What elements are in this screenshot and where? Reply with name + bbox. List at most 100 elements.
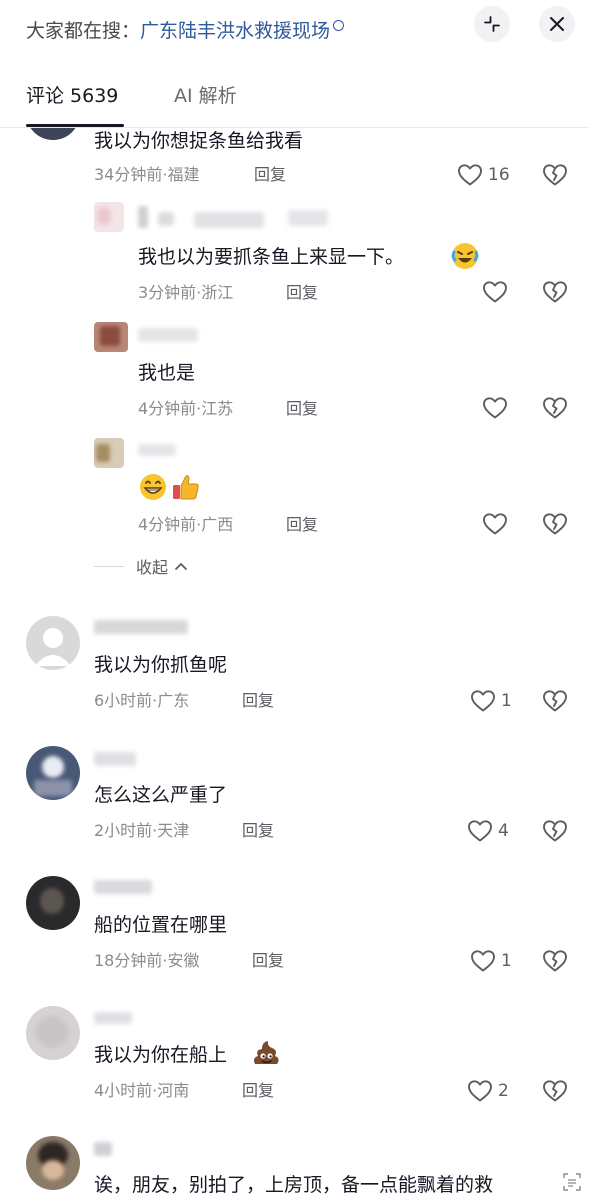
- avatar[interactable]: [94, 438, 124, 468]
- avatar-blur: [42, 756, 64, 778]
- username-blurred[interactable]: [94, 1012, 134, 1026]
- username-blurred[interactable]: [94, 1142, 114, 1156]
- username-blur: [94, 1012, 132, 1024]
- comment-meta: 3分钟前·浙江: [138, 283, 234, 302]
- comment-text: 我以为你在船上: [94, 1044, 228, 1066]
- like-count: 1: [501, 951, 512, 971]
- like-button[interactable]: 16: [456, 161, 510, 189]
- username-blurred[interactable]: [138, 442, 178, 456]
- avatar[interactable]: [26, 876, 80, 930]
- comment-meta: 34分钟前·福建: [94, 165, 200, 184]
- search-icon: [333, 20, 345, 31]
- chevron-up-icon: [175, 563, 187, 570]
- avatar-blur: [36, 1016, 68, 1048]
- dislike-button[interactable]: [541, 278, 569, 306]
- avatar-blur: [100, 326, 120, 346]
- like-count: 4: [498, 821, 509, 841]
- minimize-icon: [484, 16, 500, 32]
- grinning-face-emoji: [140, 474, 166, 500]
- reply-button[interactable]: 回复: [252, 950, 284, 972]
- comment-meta: 2小时前·天津: [94, 821, 190, 840]
- comment-text: 我也以为要抓条鱼上来显一下。: [138, 246, 405, 268]
- comment-text: 我以为你抓鱼呢: [94, 654, 228, 676]
- username-blur: [94, 752, 136, 766]
- close-icon: [550, 17, 564, 31]
- trending-search-prefix: 大家都在搜：: [26, 20, 141, 42]
- comment-list[interactable]: 我以为你想捉条鱼给我看 34分钟前·福建 回复 16 我也以为要抓条鱼上来显一下…: [0, 128, 589, 1200]
- like-count: 1: [501, 691, 512, 711]
- comment-tabs: 评论 5639 AI 解析: [0, 82, 589, 128]
- dislike-button[interactable]: [541, 687, 569, 715]
- username-blurred[interactable]: [138, 326, 200, 342]
- comment-text: 怎么这么严重了: [94, 784, 228, 806]
- username-blurred[interactable]: [94, 880, 154, 894]
- tab-ai-analysis[interactable]: AI 解析: [174, 82, 237, 110]
- avatar[interactable]: [94, 202, 124, 232]
- username-blur: [138, 444, 176, 456]
- reply-button[interactable]: 回复: [242, 690, 274, 712]
- comment-meta: 18分钟前·安徽: [94, 951, 200, 970]
- like-count: 2: [498, 1081, 509, 1101]
- like-button[interactable]: [481, 394, 509, 422]
- heart-icon: [466, 1077, 494, 1105]
- tab-comments[interactable]: 评论 5639: [26, 82, 118, 110]
- dislike-button[interactable]: [541, 161, 569, 189]
- text-recognition-icon[interactable]: [562, 1172, 582, 1192]
- minimize-button[interactable]: [474, 6, 510, 42]
- dislike-button[interactable]: [541, 947, 569, 975]
- reply-button[interactable]: 回复: [242, 820, 274, 842]
- dislike-button[interactable]: [541, 510, 569, 538]
- reply-button[interactable]: 回复: [286, 398, 318, 420]
- rolling-laughing-emoji: [451, 243, 479, 269]
- collapse-replies-button[interactable]: 收起: [94, 554, 188, 578]
- comment-text: 诶，朋友，别拍了，上房顶，备一点能飘着的救: [94, 1174, 494, 1196]
- poop-emoji: [254, 1041, 279, 1064]
- avatar[interactable]: [26, 128, 80, 140]
- heart-icon: [456, 161, 484, 189]
- avatar[interactable]: [26, 1136, 80, 1190]
- avatar[interactable]: [94, 322, 128, 352]
- heart-icon: [469, 687, 497, 715]
- dislike-button[interactable]: [541, 817, 569, 845]
- avatar[interactable]: [26, 616, 80, 670]
- dislike-button[interactable]: [541, 1077, 569, 1105]
- avatar-blur: [42, 1160, 64, 1180]
- username-blurred[interactable]: [138, 206, 328, 228]
- comment-text: 我以为你想捉条鱼给我看: [94, 130, 304, 152]
- like-button[interactable]: 2: [466, 1077, 509, 1105]
- username-blur: [94, 1142, 112, 1156]
- comment-meta: 4小时前·河南: [94, 1081, 190, 1100]
- comment-meta: 6小时前·广东: [94, 691, 190, 710]
- avatar-blur: [98, 208, 110, 224]
- comment-meta: 4分钟前·江苏: [138, 399, 234, 418]
- like-button[interactable]: [481, 278, 509, 306]
- like-button[interactable]: [481, 510, 509, 538]
- comment-meta: 4分钟前·广西: [138, 515, 234, 534]
- reply-button[interactable]: 回复: [242, 1080, 274, 1102]
- avatar-blur: [96, 444, 110, 462]
- thumbs-up-emoji: [173, 475, 199, 500]
- trending-search[interactable]: 大家都在搜：广东陆丰洪水救援现场: [26, 18, 345, 44]
- dislike-button[interactable]: [541, 394, 569, 422]
- default-avatar-icon: [35, 628, 71, 666]
- username-blurred[interactable]: [94, 620, 190, 634]
- username-blur: [288, 210, 328, 226]
- like-button[interactable]: 1: [469, 687, 512, 715]
- collapse-divider: [94, 565, 124, 567]
- trending-search-topic[interactable]: 广东陆丰洪水救援现场: [140, 20, 330, 42]
- top-search-bar: 大家都在搜：广东陆丰洪水救援现场: [0, 0, 589, 62]
- close-button[interactable]: [539, 6, 575, 42]
- like-count: 16: [488, 165, 510, 185]
- avatar[interactable]: [26, 746, 80, 800]
- like-button[interactable]: 4: [466, 817, 509, 845]
- reply-button[interactable]: 回复: [286, 514, 318, 536]
- avatar[interactable]: [26, 1006, 80, 1060]
- like-button[interactable]: 1: [469, 947, 512, 975]
- comment-text: 我也是: [138, 362, 196, 384]
- username-blur: [138, 328, 198, 342]
- username-blurred[interactable]: [94, 752, 138, 766]
- reply-button[interactable]: 回复: [254, 164, 286, 186]
- username-blur: [94, 880, 152, 894]
- reply-button[interactable]: 回复: [286, 282, 318, 304]
- active-tab-indicator: [26, 124, 124, 127]
